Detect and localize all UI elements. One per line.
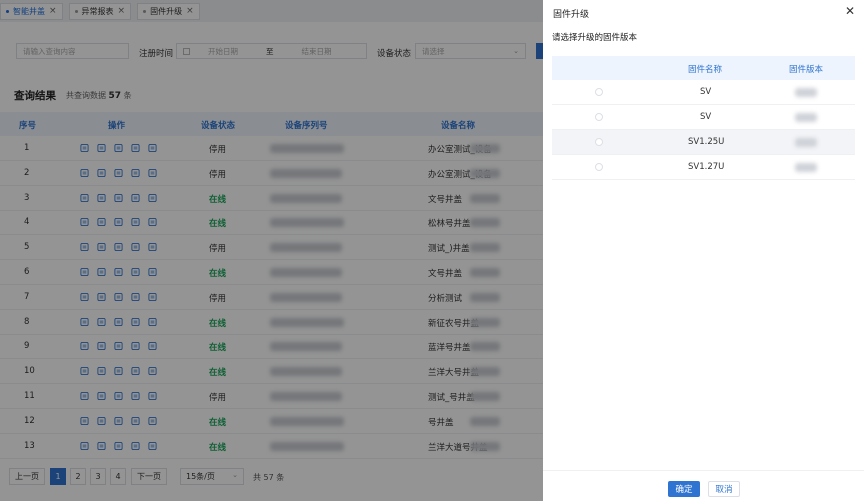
firmware-name: SV [700, 87, 712, 97]
header-firmware-name: 固件名称 [688, 65, 723, 75]
firmware-radio[interactable] [595, 163, 603, 171]
firmware-radio[interactable] [595, 138, 603, 146]
firmware-table: 固件名称 固件版本 SV SV SV1.25U SV1.27U [552, 56, 855, 180]
firmware-name: SV [700, 112, 712, 122]
cancel-button[interactable]: 取消 [708, 481, 740, 497]
drawer-footer: 确定 取消 [543, 470, 864, 501]
modal-overlay[interactable] [0, 0, 543, 501]
firmware-version-blurred [795, 163, 817, 172]
firmware-radio[interactable] [595, 88, 603, 96]
header-firmware-version: 固件版本 [789, 65, 824, 75]
drawer-subtitle: 请选择升级的固件版本 [552, 33, 638, 43]
firmware-row[interactable]: SV1.25U [552, 130, 855, 155]
firmware-upgrade-drawer: 固件升级 ✕ 请选择升级的固件版本 固件名称 固件版本 SV SV SV1.25U S… [543, 0, 864, 501]
firmware-row[interactable]: SV [552, 80, 855, 105]
close-icon[interactable]: ✕ [845, 4, 855, 18]
firmware-row[interactable]: SV1.27U [552, 155, 855, 180]
drawer-title: 固件升级 [553, 10, 590, 20]
firmware-version-blurred [795, 113, 817, 122]
firmware-row[interactable]: SV [552, 105, 855, 130]
app: 智能井盖 × 异常报表 × 固件升级 × 请输入查询内容 注册时间 开始日期 至… [0, 0, 864, 501]
confirm-button[interactable]: 确定 [668, 481, 700, 497]
firmware-name: SV1.25U [688, 137, 725, 147]
firmware-version-blurred [795, 88, 817, 97]
firmware-radio[interactable] [595, 113, 603, 121]
firmware-version-blurred [795, 138, 817, 147]
firmware-table-body: SV SV SV1.25U SV1.27U [552, 80, 855, 180]
firmware-table-header: 固件名称 固件版本 [552, 56, 855, 80]
firmware-name: SV1.27U [688, 162, 725, 172]
